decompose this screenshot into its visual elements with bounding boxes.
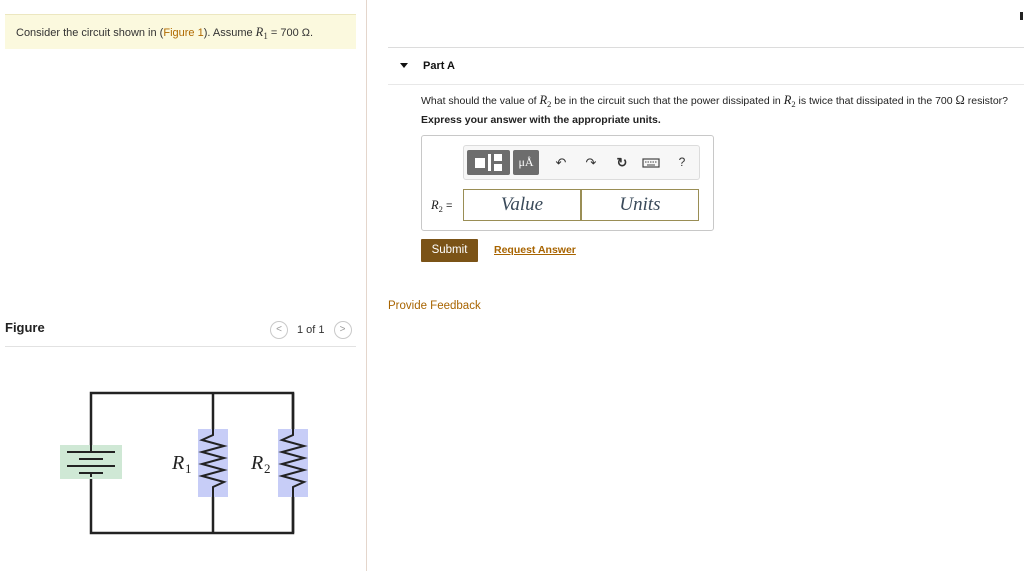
next-figure-button[interactable]: >	[333, 321, 352, 339]
input-label: R2 =	[431, 198, 453, 215]
reset-icon[interactable]: ↻	[612, 150, 632, 175]
intro-value: = 700 Ω.	[267, 27, 314, 39]
r2-label-sub: 2	[264, 461, 271, 476]
r2-label: R	[250, 452, 263, 474]
figure-divider	[5, 346, 356, 347]
part-a-header[interactable]: Part A	[388, 47, 1024, 85]
prev-figure-button[interactable]: <	[270, 321, 288, 339]
undo-icon[interactable]: ↶	[551, 150, 571, 175]
math-toolbar: μÅ ↶ ↷ ↻ ?	[463, 145, 700, 180]
answer-instructions: Express your answer with the appropriate…	[421, 114, 661, 126]
provide-feedback-link[interactable]: Provide Feedback	[388, 300, 481, 312]
circuit-diagram: R 1 R 2	[60, 391, 308, 535]
r1-label: R	[171, 452, 184, 474]
collapse-caret-icon[interactable]	[400, 63, 408, 68]
units-input[interactable]: Units	[581, 189, 699, 221]
redo-icon[interactable]: ↷	[581, 150, 601, 175]
figure-count: 1 of 1	[297, 324, 325, 336]
figure-link[interactable]: Figure 1	[163, 27, 203, 39]
problem-intro: Consider the circuit shown in (Figure 1)…	[5, 14, 356, 49]
value-input[interactable]: Value	[463, 189, 581, 221]
units-button[interactable]: μÅ	[513, 150, 539, 175]
request-answer-link[interactable]: Request Answer	[494, 244, 576, 256]
edge-marker	[1020, 12, 1023, 20]
r1-label-sub: 1	[185, 461, 192, 476]
figure-title: Figure	[5, 320, 45, 335]
help-icon[interactable]: ?	[672, 150, 692, 175]
question-text: What should the value of R2 be in the ci…	[421, 93, 1009, 110]
templates-button[interactable]	[467, 150, 510, 175]
answer-box: μÅ ↶ ↷ ↻ ? R2 = Value Units	[421, 135, 714, 231]
column-divider	[366, 0, 367, 571]
keyboard-shape	[642, 158, 660, 168]
templates-icon	[475, 154, 502, 171]
keyboard-icon[interactable]	[641, 150, 661, 175]
figure-pager: < 1 of 1 >	[270, 321, 352, 339]
submit-button[interactable]: Submit	[421, 239, 478, 262]
part-a-title: Part A	[423, 60, 455, 72]
